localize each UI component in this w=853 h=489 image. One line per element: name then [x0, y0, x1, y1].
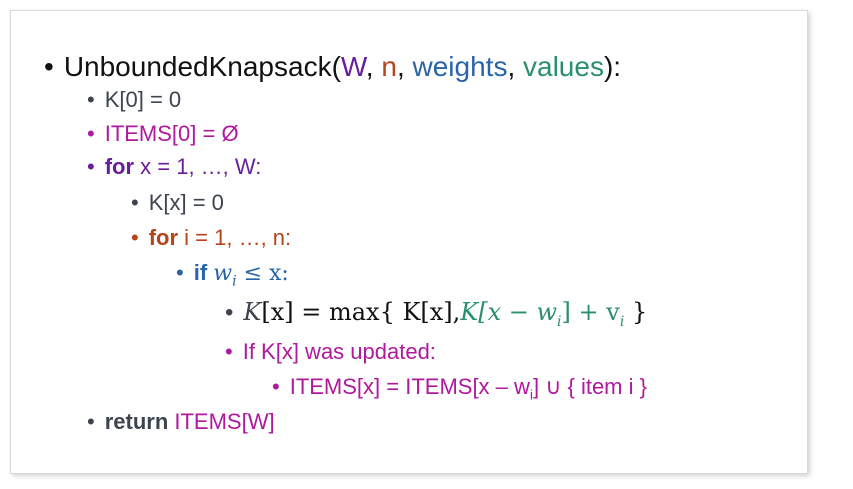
- bullet-icon: •: [225, 339, 233, 364]
- items-update-line: • ITEMS[x] = ITEMS[x – wi] ∪ { item i }: [272, 374, 647, 402]
- bullet-icon: •: [131, 225, 139, 250]
- formula-max: [x] = max{ K[x],: [261, 298, 461, 326]
- signature-end: ):: [603, 51, 622, 82]
- return-line: • return ITEMS[W]: [87, 411, 275, 433]
- outer-loop-line: • for x = 1, …, W:: [87, 156, 261, 178]
- for-keyword: for: [148, 225, 179, 250]
- init-items0-line: • ITEMS[0] = Ø: [87, 123, 239, 145]
- if-condition-line: • if wi ≤ x:: [176, 260, 289, 289]
- formula-close: }: [624, 298, 648, 326]
- param-W: W: [340, 51, 366, 82]
- comma: ,: [396, 51, 413, 82]
- formula-green-term: K[x − w: [460, 298, 558, 326]
- items-update-a: ITEMS[x] = ITEMS[x – w: [289, 374, 530, 399]
- if-keyword: if: [193, 260, 208, 285]
- return-keyword: return: [104, 409, 169, 434]
- bullet-icon: •: [44, 51, 54, 82]
- inner-loop-range: i = 1, …, n:: [178, 225, 292, 250]
- comma: ,: [507, 51, 523, 82]
- function-signature: • UnboundedKnapsack(W, n, weights, values…: [44, 53, 621, 81]
- slide: • UnboundedKnapsack(W, n, weights, values…: [10, 10, 808, 474]
- update-formula-line: • K[x] = max{ K[x],K[x − wi] + vi }: [225, 300, 647, 329]
- if-updated-line: • If K[x] was updated:: [225, 341, 436, 363]
- bullet-icon: •: [176, 260, 184, 285]
- bullet-icon: •: [225, 299, 234, 326]
- param-n: n: [381, 51, 397, 82]
- init-items0: ITEMS[0] = Ø: [104, 121, 239, 146]
- items-update-b: ] ∪ { item i }: [533, 374, 647, 399]
- bullet-icon: •: [131, 190, 139, 215]
- param-values: values: [523, 51, 604, 82]
- outer-loop-range: x = 1, …, W:: [134, 154, 262, 179]
- kx-init-line: • K[x] = 0: [131, 192, 224, 214]
- comma: ,: [365, 51, 382, 82]
- if-updated: If K[x] was updated:: [242, 339, 436, 364]
- bullet-icon: •: [87, 154, 95, 179]
- function-name: UnboundedKnapsack(: [63, 51, 341, 82]
- for-keyword: for: [104, 154, 135, 179]
- return-value: ITEMS[W]: [168, 409, 275, 434]
- param-weights: weights: [412, 51, 508, 82]
- init-k0: K[0] = 0: [104, 87, 182, 112]
- bullet-icon: •: [87, 121, 95, 146]
- kx-init: K[x] = 0: [148, 190, 224, 215]
- bullet-icon: •: [87, 87, 95, 112]
- inner-loop-line: • for i = 1, …, n:: [131, 227, 291, 249]
- if-condition-rest: ≤ x:: [236, 261, 289, 286]
- bullet-icon: •: [87, 409, 95, 434]
- init-k0-line: • K[0] = 0: [87, 89, 181, 111]
- bullet-icon: •: [272, 374, 280, 399]
- weight-symbol: w: [213, 261, 233, 286]
- formula-plus-v: ] + v: [561, 298, 620, 326]
- formula-k: K: [243, 298, 262, 326]
